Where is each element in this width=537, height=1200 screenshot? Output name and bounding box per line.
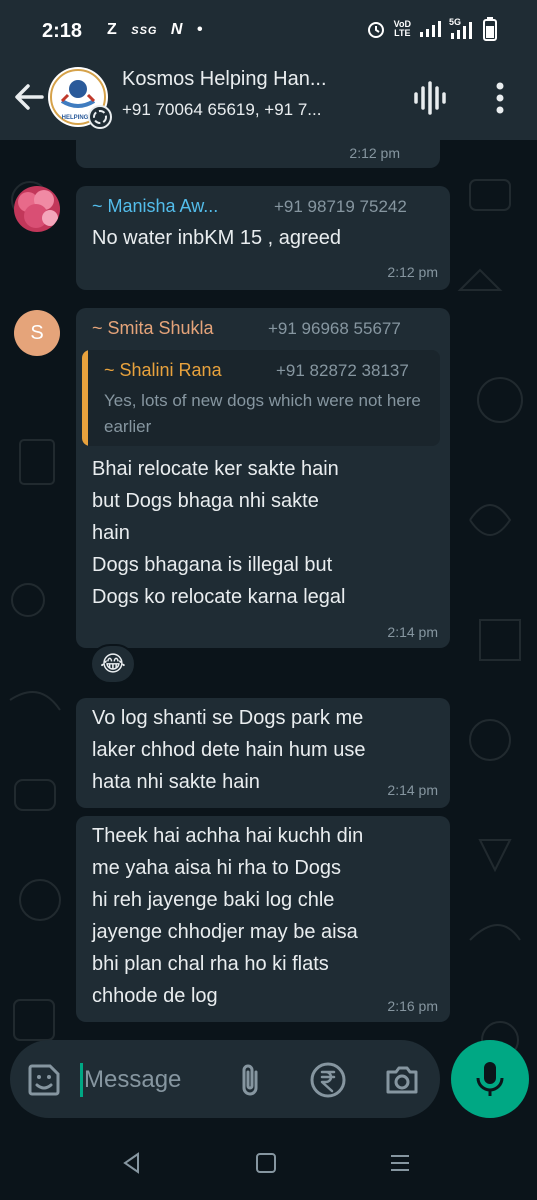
payment-rupee-icon[interactable] [308, 1060, 348, 1100]
5g-signal-icon: 5G [449, 17, 475, 39]
message-bubble[interactable]: ~ Manisha Aw... +91 98719 75242 No water… [76, 186, 450, 290]
sender-avatar[interactable]: S [14, 310, 60, 356]
camera-icon[interactable] [382, 1060, 422, 1100]
message-text: Vo log shanti se Dogs park me laker chho… [92, 707, 366, 793]
text-cursor [80, 1063, 83, 1097]
sender-phone: +91 96968 55677 [268, 319, 401, 338]
message-text: Theek hai achha hai kuchh din me yaha ai… [92, 825, 364, 1007]
sticker-emoji-icon[interactable] [24, 1060, 64, 1100]
message-time: 2:14 pm [387, 782, 438, 798]
signal-icon [420, 21, 441, 37]
n-notification-icon: N [170, 21, 184, 38]
sender-avatar[interactable] [14, 186, 60, 232]
alarm-icon [367, 22, 384, 38]
back-arrow-icon[interactable] [12, 80, 46, 114]
chat-participants[interactable]: +91 70064 65619, +91 7... [122, 100, 321, 120]
nav-recents-icon[interactable] [388, 1151, 412, 1175]
system-icons: VoD LTE 5G [366, 17, 497, 41]
message-bubble[interactable]: Theek hai achha hai kuchh din me yaha ai… [76, 816, 450, 1022]
message-time: 2:14 pm [387, 624, 438, 640]
message-bubble[interactable]: Vo log shanti se Dogs park me laker chho… [76, 698, 450, 808]
message-input[interactable] [84, 1062, 224, 1098]
chat-header[interactable]: HELPING H Kosmos Helping Han... +91 7006… [0, 62, 537, 140]
reaction-emoji[interactable]: 😂 [90, 644, 136, 684]
nav-home-icon[interactable] [254, 1151, 278, 1175]
more-options-icon[interactable] [486, 80, 514, 116]
status-time: 2:18 [42, 20, 83, 42]
battery-icon [483, 17, 497, 41]
sender-phone: +91 98719 75242 [274, 197, 407, 216]
chat-title[interactable]: Kosmos Helping Han... [122, 68, 327, 91]
message-text: Bhai relocate ker sakte hain but Dogs bh… [92, 458, 346, 608]
whatsapp-chat-screen: 2:18 Z SSG N • VoD LTE 5G HELPING H Kosm… [0, 0, 537, 1200]
voice-chat-icon[interactable] [410, 80, 450, 116]
message-text: No water inbKM 15 , agreed [92, 227, 342, 249]
message-time: 2:12 pm [387, 264, 438, 280]
status-bar: 2:18 Z SSG N • VoD LTE 5G [0, 0, 537, 62]
voice-record-button[interactable] [451, 1040, 529, 1118]
sender-name[interactable]: ~ Smita Shukla [92, 318, 214, 339]
quoted-sender-phone: +91 82872 38137 [276, 361, 409, 380]
message-time: 2:16 pm [387, 998, 438, 1014]
notification-icons: Z SSG N • [107, 21, 212, 39]
more-notifications-dot: • [196, 21, 204, 38]
attach-icon[interactable] [234, 1060, 266, 1100]
message-bubble[interactable]: 2:12 pm [76, 140, 440, 168]
quote-bar [82, 350, 88, 446]
system-navigation-bar [0, 1127, 537, 1200]
community-badge-icon [88, 105, 112, 129]
volte-icon: VoD LTE [393, 19, 411, 38]
message-time: 2:12 pm [349, 145, 400, 161]
ssg-notification-icon: SSG [131, 25, 158, 37]
nav-back-icon[interactable] [120, 1151, 144, 1175]
zee-notification-icon: Z [107, 21, 118, 38]
message-composer[interactable] [10, 1040, 440, 1118]
quoted-message[interactable]: ~ Shalini Rana +91 82872 38137 Yes, lots… [82, 350, 440, 446]
quoted-text: Yes, lots of new dogs which were not her… [104, 391, 421, 436]
quoted-sender-name: ~ Shalini Rana [104, 360, 222, 380]
microphone-icon [476, 1062, 504, 1096]
sender-name[interactable]: ~ Manisha Aw... [92, 196, 218, 217]
